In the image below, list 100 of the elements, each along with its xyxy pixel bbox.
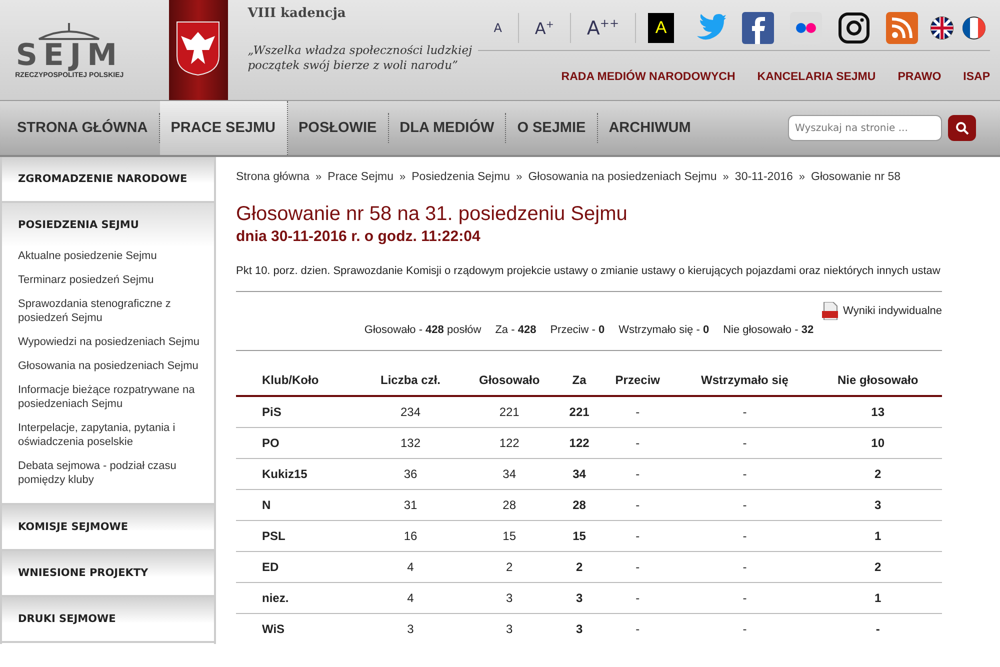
summary-item: Za - 428 (495, 324, 536, 336)
table-cell: PO (236, 428, 362, 458)
breadcrumb-link[interactable]: 30-11-2016 (734, 171, 793, 183)
table-cell: niez. (236, 582, 362, 614)
breadcrumb-separator: » (722, 171, 729, 183)
motto-text: „Wszelka władza społeczności ludzkiej początek swój bierze z woli narodu” (248, 43, 474, 73)
font-size-button[interactable]: A$^{+}$ (518, 13, 571, 43)
summary-item: Wstrzymało się - 0 (618, 324, 710, 336)
header-link[interactable]: PRAWO (898, 71, 942, 83)
breadcrumb-link[interactable]: Głosowanie nr 58 (811, 171, 901, 183)
header-link[interactable]: ISAP (963, 71, 990, 83)
table-cell: - (600, 396, 676, 428)
table-cell: - (676, 520, 814, 552)
column-header: Głosowało (460, 365, 560, 396)
table-cell: - (600, 458, 676, 490)
breadcrumb-link[interactable]: Prace Sejmu (328, 171, 394, 183)
logo-text: SEJM (16, 40, 123, 72)
table-cell: 3 (361, 614, 460, 644)
table-cell: Kukiz15 (236, 458, 362, 490)
breadcrumb-link[interactable]: Głosowania na posiedzeniach Sejmu (528, 171, 717, 183)
nav-tab[interactable]: DLA MEDIÓW (388, 113, 506, 143)
table-cell: 3 (559, 614, 600, 644)
table-cell: - (600, 552, 676, 582)
table-cell: 3 (559, 582, 600, 614)
search-field[interactable]: Wyszukaj na stronie ... (788, 115, 942, 141)
pdf-icon[interactable] (822, 302, 838, 320)
sidebar-link[interactable]: Sprawozdania stenograficzne z posiedzeń Sejmu (18, 297, 202, 325)
nav-tab[interactable]: PRACE SEJMU (160, 101, 288, 155)
table-cell: - (676, 614, 814, 644)
table-cell: - (676, 582, 814, 614)
table-cell: 3 (460, 614, 560, 644)
table-cell: - (676, 458, 814, 490)
table-cell: - (814, 614, 942, 644)
page-title: Głosowanie nr 58 na 31. posiedzeniu Sejmu (236, 203, 628, 226)
table-cell: 28 (460, 490, 560, 520)
sidebar-link[interactable]: Wypowiedzi na posiedzeniach Sejmu (18, 335, 202, 349)
breadcrumb-link[interactable]: Posiedzenia Sejmu (412, 171, 510, 183)
page-subtitle: dnia 30-11-2016 r. o godz. 11:22:04 (236, 228, 482, 245)
nav-tab[interactable]: O SEJMIE (506, 113, 598, 143)
sidebar-link[interactable]: Debata sejmowa - podział czasu pomiędzy kluby (18, 459, 202, 487)
breadcrumb-separator: » (516, 171, 522, 183)
column-header: Liczba czł. (361, 365, 460, 396)
sidebar-link[interactable]: Terminarz posiedzeń Sejmu (18, 273, 202, 287)
header-link[interactable]: RADA MEDIÓW NARODOWYCH (561, 71, 736, 83)
summary-item: Głosowało - 428 posłów (364, 324, 482, 336)
table-cell: 2 (814, 552, 942, 582)
table-cell: - (600, 614, 676, 644)
table-cell: 3 (460, 582, 560, 614)
agenda-text: Pkt 10. porz. dzien. Sprawozdanie Komisji o rządowym projekcie ustawy o zmianie ustawy o kierujących pojazdami oraz niektórych innych ustaw (236, 265, 942, 292)
table-cell: 4 (361, 582, 460, 614)
font-size-button[interactable]: A$^{++}$ (570, 13, 636, 43)
table-cell: 122 (460, 428, 560, 458)
table-cell: 2 (814, 458, 942, 490)
table-cell: 28 (559, 490, 600, 520)
column-header: Przeciw (600, 365, 676, 396)
search-button[interactable] (948, 115, 976, 141)
table-cell: WiS (236, 614, 362, 644)
table-cell: 15 (460, 520, 560, 552)
font-size-button[interactable]: A (478, 13, 519, 43)
breadcrumb-separator: » (798, 171, 806, 183)
table-cell: 34 (460, 458, 560, 490)
table-cell: PSL (236, 520, 362, 552)
table-cell: - (676, 552, 814, 582)
sidebar-link[interactable]: Aktualne posiedzenie Sejmu (18, 249, 202, 263)
table-cell: - (676, 490, 814, 520)
facebook-icon[interactable] (742, 12, 774, 44)
table-cell: 34 (559, 458, 600, 490)
table-cell: 2 (460, 552, 560, 582)
table-cell: 13 (814, 396, 942, 428)
table-cell: 122 (559, 428, 600, 458)
camera-icon[interactable] (838, 12, 870, 44)
header-link[interactable]: KANCELARIA SEJMU (757, 71, 876, 83)
table-cell: 1 (814, 582, 942, 614)
flag-icon[interactable] (930, 16, 954, 40)
table-cell: 31 (361, 490, 460, 520)
table-cell: 2 (559, 552, 600, 582)
table-cell: 36 (361, 458, 460, 490)
pdf-link[interactable]: Wyniki indywidualne (843, 305, 942, 317)
table-cell: - (600, 490, 676, 520)
contrast-button[interactable]: A (648, 13, 674, 43)
table-cell: - (600, 582, 676, 614)
sidebar-link[interactable]: Interpelacje, zapytania, pytania i oświadczenia poselskie (18, 421, 202, 449)
nav-tab[interactable]: ARCHIWUM (598, 113, 702, 143)
flag-icon[interactable] (962, 16, 986, 40)
search-icon (955, 121, 969, 135)
column-header: Wstrzymało się (676, 365, 814, 396)
table-cell: - (676, 396, 814, 428)
table-cell: N (236, 490, 362, 520)
sidebar-link[interactable]: Głosowania na posiedzeniach Sejmu (18, 359, 202, 373)
rss-icon[interactable] (886, 12, 918, 44)
table-cell: 1 (814, 520, 942, 552)
column-header: Klub/Koło (236, 365, 362, 396)
table-cell: 3 (814, 490, 942, 520)
table-cell: - (600, 428, 676, 458)
nav-tab[interactable]: POSŁOWIE (288, 113, 389, 143)
table-cell: 4 (361, 552, 460, 582)
term-label: VIII kadencja (248, 6, 347, 21)
summary-item: Przeciw - 0 (550, 324, 605, 336)
breadcrumb-link[interactable]: Strona główna (236, 171, 310, 183)
sidebar-link[interactable]: Informacje bieżące rozpatrywane na posiedzeniach Sejmu (18, 383, 202, 411)
